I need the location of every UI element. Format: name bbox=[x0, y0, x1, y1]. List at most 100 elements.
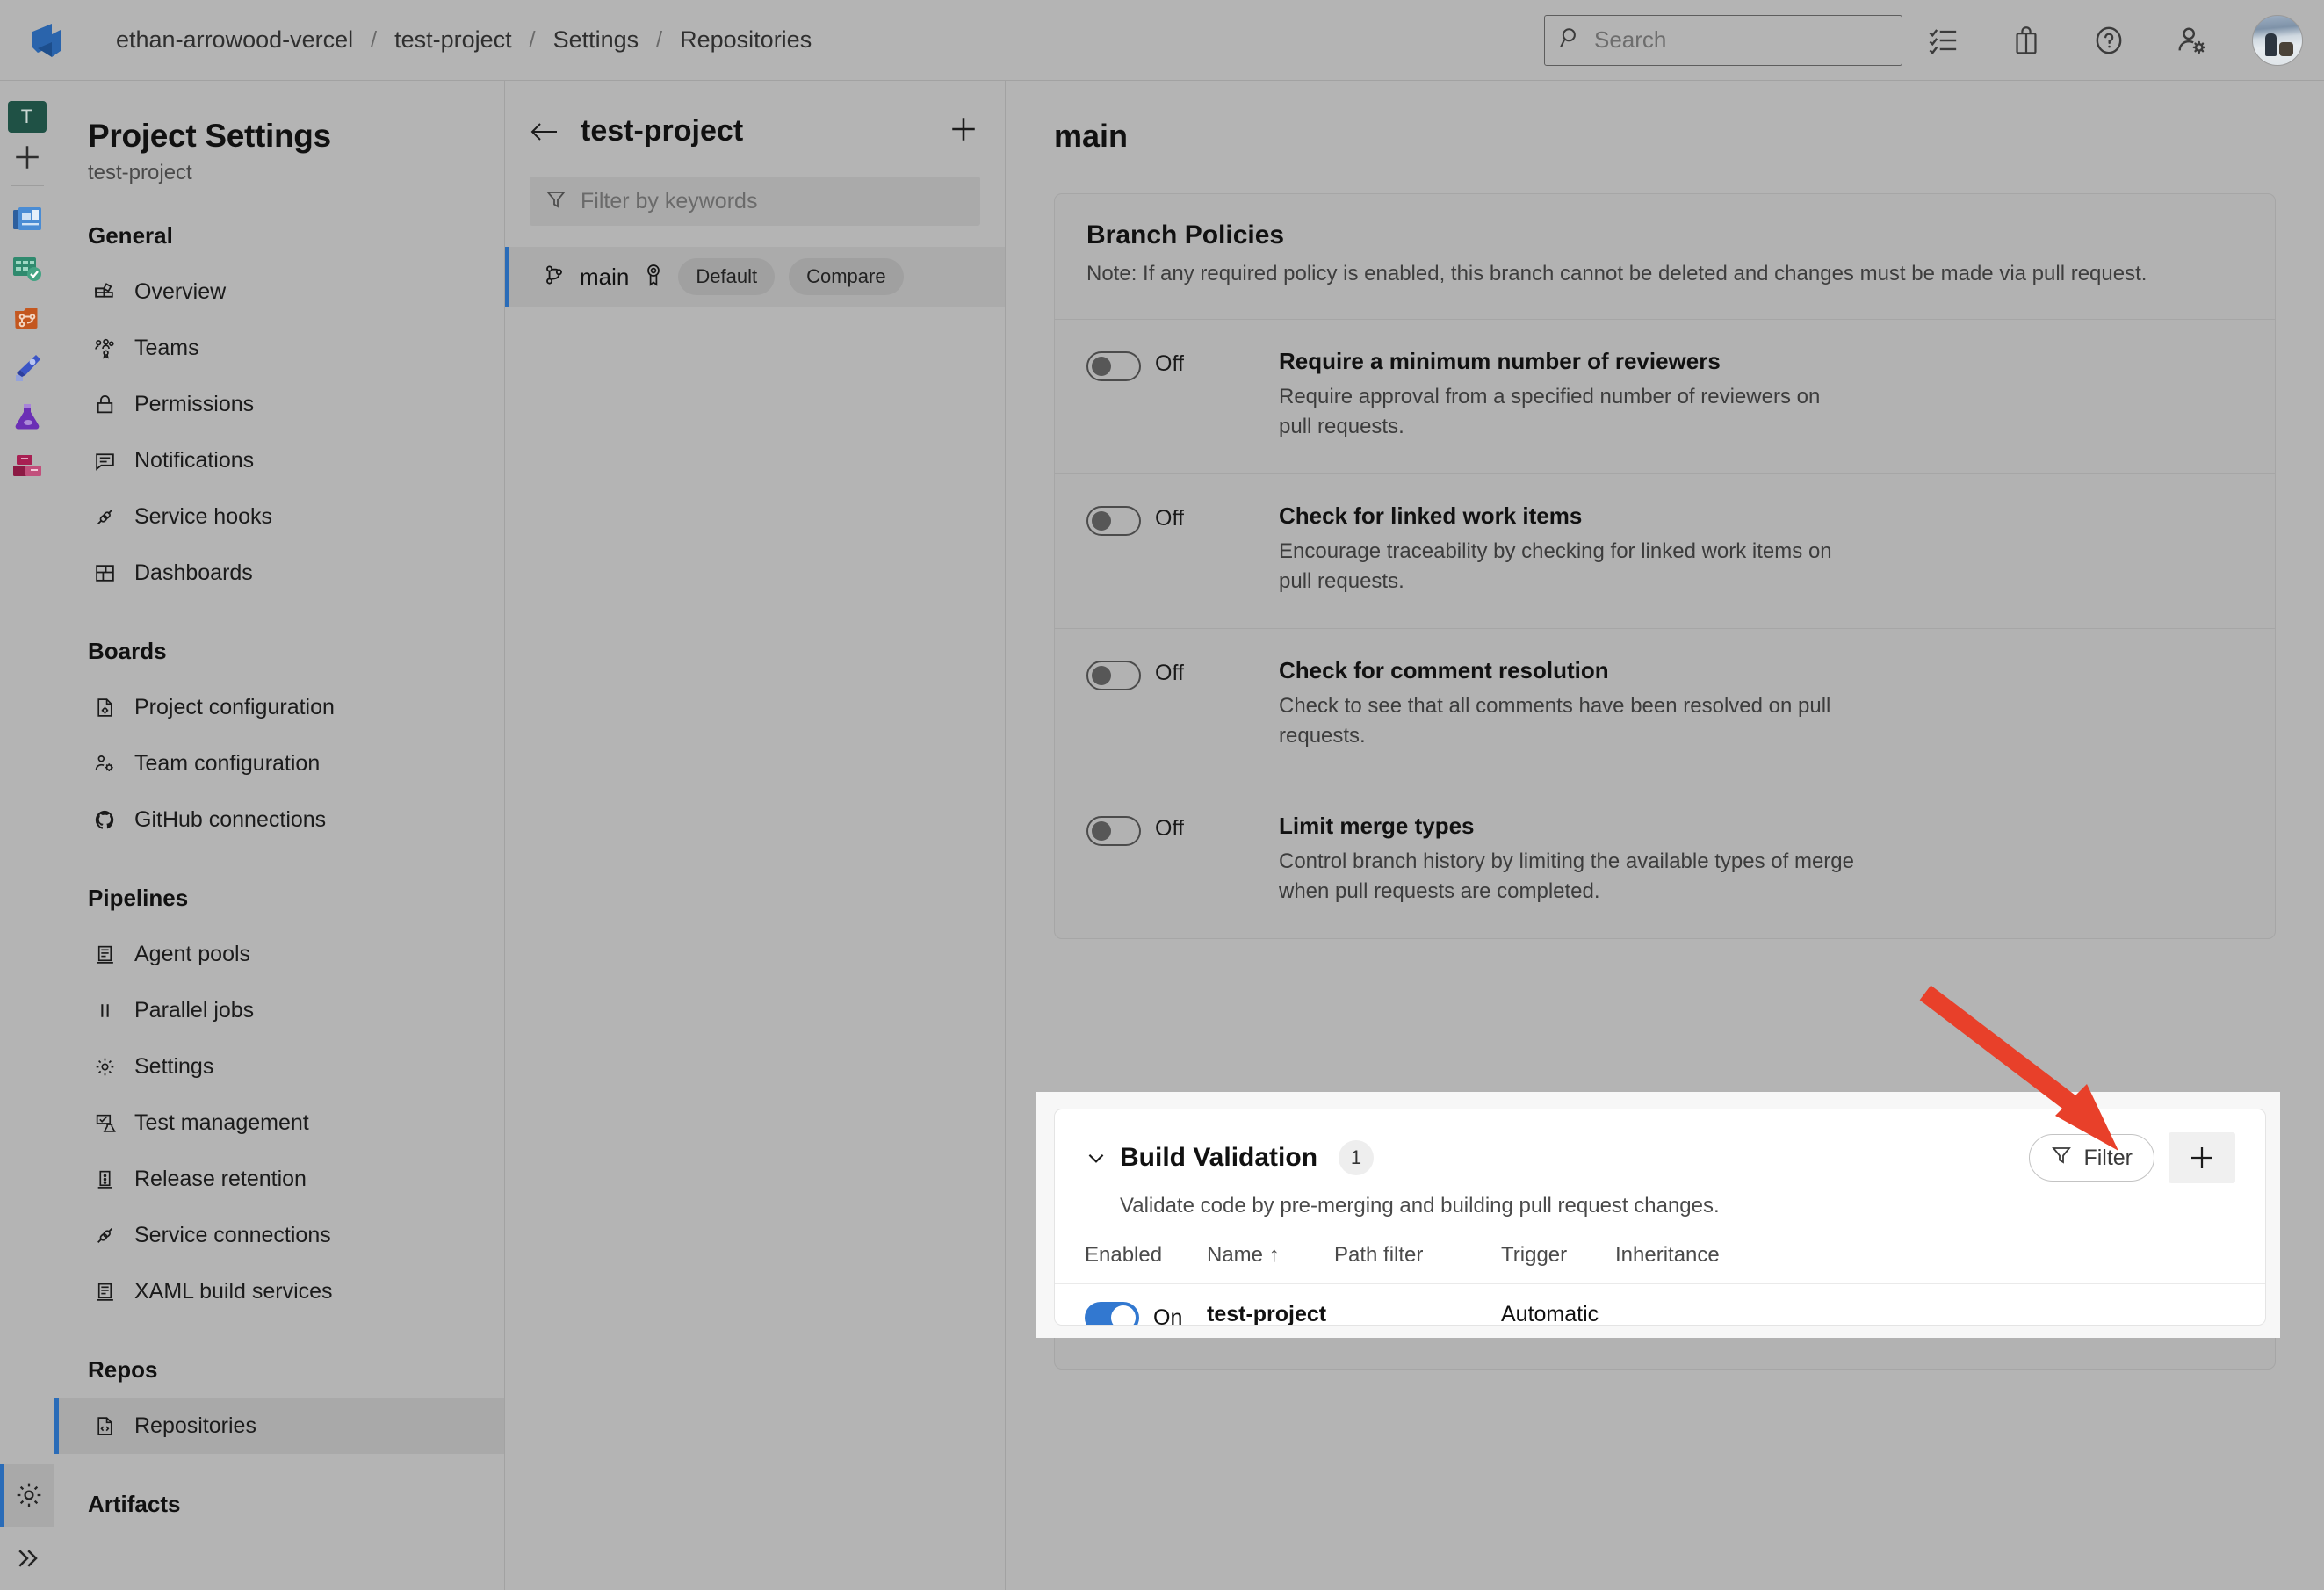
azure-devops-logo-icon[interactable] bbox=[19, 21, 74, 60]
policy-toggle-wrap[interactable]: Off bbox=[1086, 348, 1249, 442]
breadcrumb-project[interactable]: test-project bbox=[394, 26, 512, 54]
filter-label: Filter bbox=[2083, 1146, 2133, 1171]
sidebar-item-notifications[interactable]: Notifications bbox=[54, 432, 504, 488]
column-header-enabled: Enabled bbox=[1085, 1243, 1207, 1268]
sidebar-item-label: Overview bbox=[134, 279, 226, 305]
filter-funnel-icon bbox=[2051, 1145, 2072, 1172]
policy-toggle[interactable] bbox=[1086, 506, 1141, 536]
policy-toggle[interactable] bbox=[1086, 816, 1141, 846]
policy-toggle-wrap[interactable]: Off bbox=[1086, 502, 1249, 596]
project-configuration-icon bbox=[92, 695, 117, 719]
expand-rail-icon[interactable] bbox=[0, 1527, 54, 1590]
marketplace-bag-icon[interactable] bbox=[1985, 14, 2068, 67]
back-arrow-icon[interactable] bbox=[530, 120, 568, 143]
policy-description: Require approval from a specified number… bbox=[1279, 382, 1858, 442]
page-title: Project Settings bbox=[88, 118, 504, 155]
nav-group-boards: Boards bbox=[88, 638, 504, 665]
checklist-icon[interactable] bbox=[1902, 14, 1985, 67]
avatar[interactable] bbox=[2252, 15, 2303, 66]
search-placeholder: Search bbox=[1594, 26, 1666, 54]
sidebar-item-overview[interactable]: Overview bbox=[54, 264, 504, 320]
sidebar-item-label: Project configuration bbox=[134, 695, 335, 720]
sidebar-item-xaml-build-services[interactable]: XAML build services bbox=[54, 1263, 504, 1319]
filter-funnel-icon bbox=[545, 189, 567, 214]
policy-state: Off bbox=[1155, 506, 1184, 531]
rail-add-button[interactable] bbox=[0, 133, 54, 182]
column-header-trigger: Trigger bbox=[1501, 1243, 1615, 1268]
policy-row-comment-resolution: Off Check for comment resolution Check t… bbox=[1055, 628, 2275, 783]
policy-toggle-wrap[interactable]: Off bbox=[1086, 813, 1249, 907]
sidebar-item-label: Service hooks bbox=[134, 504, 272, 530]
policy-toggle[interactable] bbox=[1086, 661, 1141, 690]
policy-enabled-label: On bbox=[1153, 1305, 1182, 1326]
breadcrumb-org[interactable]: ethan-arrowood-vercel bbox=[116, 26, 353, 54]
breadcrumb-separator: / bbox=[530, 27, 536, 53]
sidebar-item-label: Release retention bbox=[134, 1167, 307, 1192]
rail-item-test-plans[interactable] bbox=[0, 392, 54, 441]
build-validation-count: 1 bbox=[1339, 1140, 1374, 1175]
branch-policies-header: Branch Policies Note: If any required po… bbox=[1055, 194, 2275, 319]
chevron-down-icon[interactable] bbox=[1085, 1146, 1115, 1169]
breadcrumb-separator: / bbox=[371, 27, 377, 53]
help-icon[interactable] bbox=[2068, 14, 2150, 67]
sidebar-item-release-retention[interactable]: Release retention bbox=[54, 1151, 504, 1207]
breadcrumb: ethan-arrowood-vercel / test-project / S… bbox=[116, 26, 812, 54]
parallel-jobs-icon bbox=[92, 998, 117, 1023]
rail-item-overview[interactable] bbox=[0, 195, 54, 244]
rail-bottom-actions bbox=[0, 1464, 54, 1590]
sidebar-item-label: Permissions bbox=[134, 392, 254, 417]
sidebar-item-label: Test management bbox=[134, 1110, 309, 1136]
rail-item-pipelines[interactable] bbox=[0, 343, 54, 392]
build-validation-table-header: Enabled Name ↑ Path filter Trigger Inher… bbox=[1055, 1218, 2265, 1284]
column-header-inheritance: Inheritance bbox=[1615, 1243, 1720, 1268]
sidebar-item-teams[interactable]: Teams bbox=[54, 320, 504, 376]
branch-compare-button[interactable]: Compare bbox=[789, 258, 903, 295]
branch-list-item-main[interactable]: main Default Compare bbox=[505, 247, 1005, 307]
rail-item-repos[interactable] bbox=[0, 293, 54, 343]
sidebar-item-github-connections[interactable]: GitHub connections bbox=[54, 791, 504, 848]
breadcrumb-settings[interactable]: Settings bbox=[553, 26, 639, 54]
policy-description: Encourage traceability by checking for l… bbox=[1279, 537, 1858, 596]
sidebar-item-pipelines-settings[interactable]: Settings bbox=[54, 1038, 504, 1095]
user-settings-icon[interactable] bbox=[2150, 14, 2233, 67]
breadcrumb-repositories[interactable]: Repositories bbox=[680, 26, 812, 54]
sidebar-item-test-management[interactable]: Test management bbox=[54, 1095, 504, 1151]
sidebar-item-agent-pools[interactable]: Agent pools bbox=[54, 926, 504, 982]
policy-toggle[interactable] bbox=[1086, 351, 1141, 381]
agent-pools-icon bbox=[92, 942, 117, 966]
lock-icon bbox=[92, 392, 117, 416]
sidebar-item-team-configuration[interactable]: Team configuration bbox=[54, 735, 504, 791]
sidebar-item-service-connections[interactable]: Service connections bbox=[54, 1207, 504, 1263]
table-row[interactable]: On test-project Required Automatic Expir… bbox=[1055, 1284, 2265, 1326]
rail-item-boards[interactable] bbox=[0, 244, 54, 293]
branch-filter-input[interactable]: Filter by keywords bbox=[530, 177, 980, 226]
new-branch-button[interactable] bbox=[949, 114, 978, 148]
sidebar-item-project-configuration[interactable]: Project configuration bbox=[54, 679, 504, 735]
build-validation-filter-button[interactable]: Filter bbox=[2029, 1134, 2154, 1182]
search-input[interactable]: Search bbox=[1544, 15, 1902, 66]
sidebar-item-parallel-jobs[interactable]: Parallel jobs bbox=[54, 982, 504, 1038]
project-settings-gear-icon[interactable] bbox=[0, 1464, 54, 1527]
sidebar-item-repositories[interactable]: Repositories bbox=[54, 1398, 504, 1454]
column-header-name[interactable]: Name ↑ bbox=[1207, 1243, 1334, 1268]
policy-toggle-wrap[interactable]: Off bbox=[1086, 657, 1249, 751]
policy-state: Off bbox=[1155, 351, 1184, 377]
sidebar-item-label: Parallel jobs bbox=[134, 998, 254, 1023]
policy-row-linked-work-items: Off Check for linked work items Encourag… bbox=[1055, 473, 2275, 628]
top-bar: ethan-arrowood-vercel / test-project / S… bbox=[0, 0, 2324, 81]
sidebar-item-label: Team configuration bbox=[134, 751, 320, 777]
sidebar-item-dashboards[interactable]: Dashboards bbox=[54, 545, 504, 601]
build-validation-card: Build Validation 1 Filter bbox=[1054, 1109, 2266, 1326]
branch-page-title: main bbox=[1054, 118, 2324, 155]
sidebar-item-permissions[interactable]: Permissions bbox=[54, 376, 504, 432]
rail-item-artifacts[interactable] bbox=[0, 441, 54, 490]
repositories-icon bbox=[92, 1413, 117, 1438]
policy-enabled-toggle[interactable] bbox=[1085, 1302, 1139, 1326]
policy-state: Off bbox=[1155, 661, 1184, 686]
build-validation-add-button[interactable] bbox=[2169, 1132, 2235, 1183]
project-avatar[interactable]: T bbox=[8, 101, 47, 133]
nav-group-pipelines: Pipelines bbox=[88, 885, 504, 912]
top-bar-actions: Search bbox=[1544, 14, 2324, 67]
notifications-icon bbox=[92, 448, 117, 473]
sidebar-item-service-hooks[interactable]: Service hooks bbox=[54, 488, 504, 545]
